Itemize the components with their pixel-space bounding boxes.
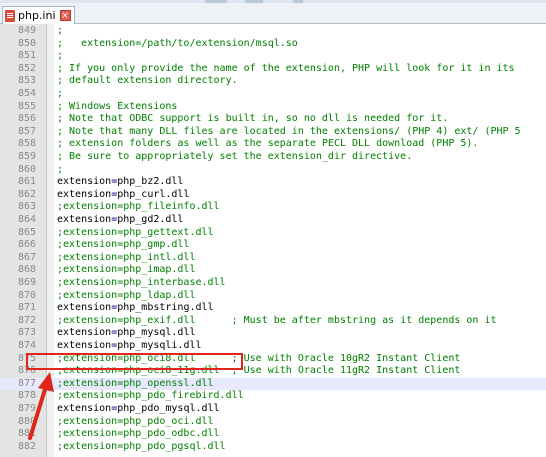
annotation-arrow (28, 372, 54, 440)
